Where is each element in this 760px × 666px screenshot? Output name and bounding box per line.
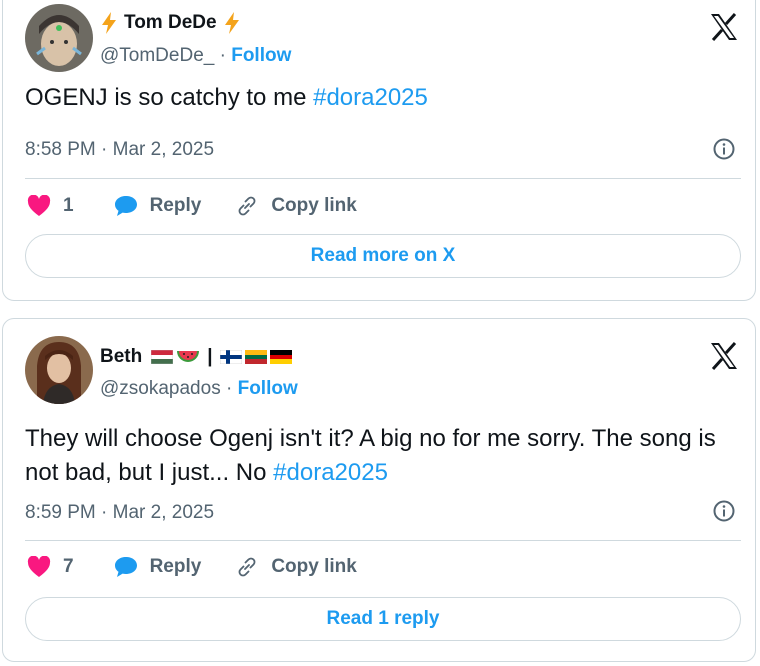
lightning-emoji	[224, 12, 239, 34]
reply-button[interactable]: Reply	[114, 556, 202, 578]
like-button[interactable]: 1	[27, 195, 74, 217]
display-name-row[interactable]: Tom DeDe	[100, 12, 241, 34]
avatar[interactable]	[25, 336, 93, 404]
divider	[25, 540, 741, 541]
heart-icon	[27, 195, 51, 216]
watermelon-emoji	[177, 351, 200, 362]
hashtag-link[interactable]: #dora2025	[273, 459, 388, 486]
link-icon	[238, 196, 256, 216]
dot-separator: ·	[225, 378, 233, 399]
name-separator: |	[207, 346, 213, 367]
info-icon[interactable]	[713, 138, 735, 160]
action-bar: 1 Reply Copy link	[27, 194, 391, 218]
heart-icon	[27, 556, 51, 577]
tweet-card: Beth | @zsokapados · Follow They will ch…	[2, 318, 756, 662]
tweet-body: OGENJ is so catchy to me	[25, 84, 314, 111]
x-logo-icon[interactable]	[709, 12, 739, 42]
speech-bubble-icon	[114, 196, 137, 216]
info-icon[interactable]	[713, 500, 735, 522]
display-name[interactable]: Tom DeDe	[124, 12, 217, 34]
action-bar: 7 Reply Copy link	[27, 555, 391, 579]
lightning-emoji	[102, 12, 116, 34]
link-icon	[238, 557, 256, 577]
like-count: 1	[63, 195, 74, 216]
dot-separator: ·	[219, 45, 226, 66]
tweet-text: OGENJ is so catchy to me #dora2025	[25, 81, 745, 115]
timestamp[interactable]: 8:58 PM · Mar 2, 2025	[25, 139, 214, 161]
speech-bubble-icon	[114, 557, 137, 577]
display-name-row[interactable]: Beth |	[100, 346, 292, 368]
divider	[25, 178, 741, 179]
copy-link-label: Copy link	[271, 195, 357, 216]
copy-link-button[interactable]: Copy link	[235, 194, 357, 218]
read-more-button[interactable]: Read more on X	[25, 234, 741, 278]
copy-link-label: Copy link	[271, 556, 357, 577]
handle-row: @zsokapados · Follow	[100, 378, 298, 400]
timestamp[interactable]: 8:59 PM · Mar 2, 2025	[25, 502, 214, 524]
tweet-card: Tom DeDe @TomDeDe_ · Follow OGENJ is so …	[2, 0, 756, 301]
display-name[interactable]: Beth	[100, 346, 142, 368]
follow-button[interactable]: Follow	[231, 45, 291, 66]
hungary-flag	[151, 350, 174, 364]
follow-button[interactable]: Follow	[238, 378, 298, 399]
handle-row: @TomDeDe_ · Follow	[100, 45, 291, 67]
avatar[interactable]	[25, 4, 93, 72]
hashtag-link[interactable]: #dora2025	[313, 84, 428, 111]
copy-link-button[interactable]: Copy link	[235, 555, 357, 579]
reply-label: Reply	[149, 556, 202, 577]
reply-label: Reply	[149, 195, 202, 216]
lithuania-flag	[244, 350, 267, 364]
germany-flag	[269, 350, 292, 364]
handle[interactable]: @TomDeDe_	[100, 45, 214, 66]
like-button[interactable]: 7	[27, 556, 74, 578]
x-logo-icon[interactable]	[709, 341, 739, 371]
tweet-text: They will choose Ogenj isn't it? A big n…	[25, 422, 745, 490]
like-count: 7	[63, 556, 74, 577]
handle[interactable]: @zsokapados	[100, 378, 221, 399]
read-replies-button[interactable]: Read 1 reply	[25, 597, 741, 641]
finland-flag	[219, 350, 242, 364]
reply-button[interactable]: Reply	[114, 195, 202, 217]
